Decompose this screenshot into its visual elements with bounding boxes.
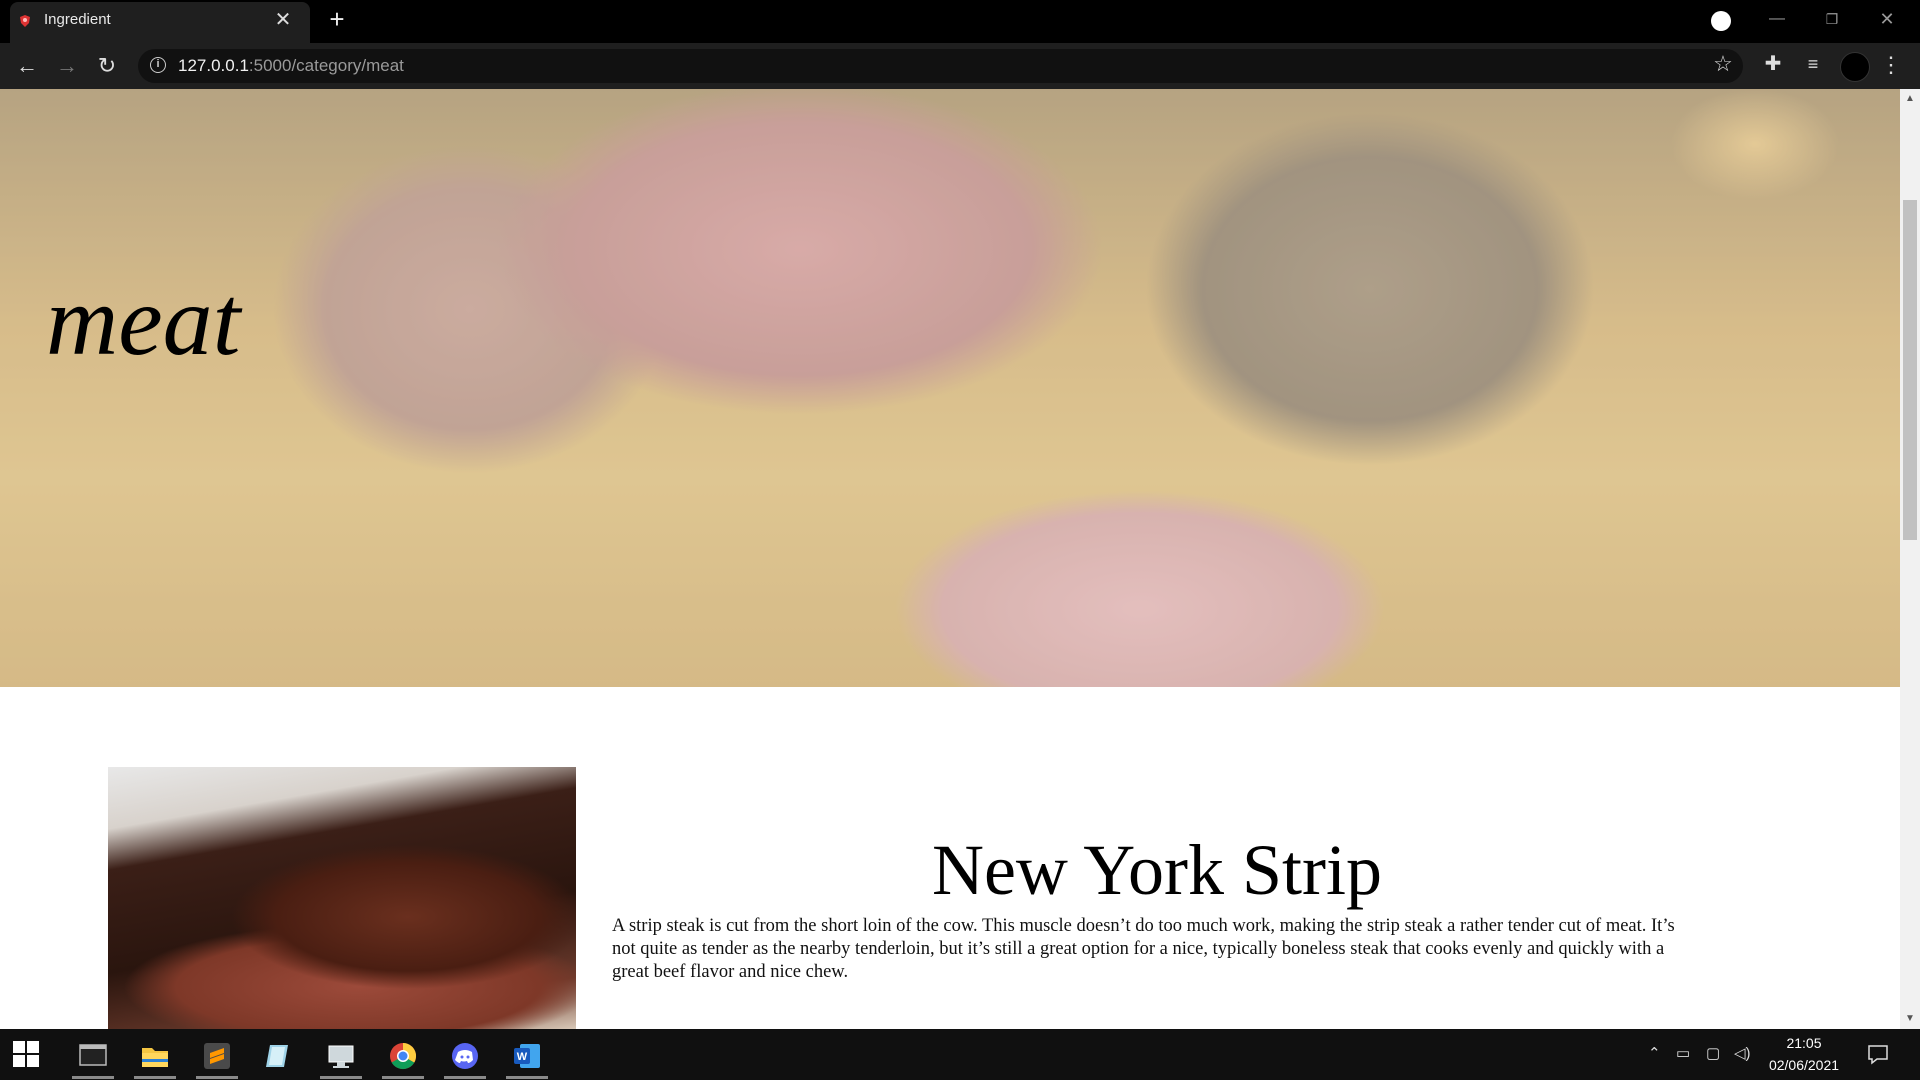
terminal-icon[interactable]: [70, 1033, 116, 1079]
window-close-button[interactable]: ✕: [1870, 6, 1904, 32]
windows-start-icon[interactable]: [12, 1040, 40, 1068]
battery-icon[interactable]: ▭: [1676, 1043, 1690, 1065]
pc-settings-icon[interactable]: [318, 1033, 364, 1079]
page-viewport: meat New York Strip A strip steak is cut…: [0, 89, 1900, 1029]
item-title: New York Strip: [931, 830, 1383, 910]
tab-favicon-icon: [20, 15, 30, 27]
forward-arrow-icon[interactable]: →: [52, 51, 82, 81]
discord-icon[interactable]: [442, 1033, 488, 1079]
url-path: :5000/category/meat: [248, 56, 404, 75]
browser-menu-icon[interactable]: ⋮: [1880, 51, 1902, 79]
url-text[interactable]: 127.0.0.1:5000/category/meat: [178, 54, 404, 78]
scroll-down-arrow-icon[interactable]: ▼: [1900, 1009, 1920, 1029]
scrollbar-thumb[interactable]: [1903, 200, 1917, 540]
extensions-puzzle-icon[interactable]: ✚: [1760, 51, 1786, 77]
media-control-icon[interactable]: ≡: [1800, 51, 1826, 77]
window-minimize-button[interactable]: —: [1760, 6, 1794, 32]
tab-close-icon[interactable]: ✕: [272, 9, 294, 31]
taskbar-clock-date[interactable]: 02/06/2021: [1766, 1055, 1842, 1075]
notes-icon[interactable]: [256, 1033, 302, 1079]
bookmark-star-icon[interactable]: ☆: [1710, 51, 1736, 77]
back-arrow-icon[interactable]: ←: [12, 51, 42, 81]
item-image: [108, 767, 576, 1029]
reload-icon[interactable]: ↻: [92, 51, 122, 81]
network-icon[interactable]: ▢: [1706, 1043, 1720, 1065]
file-explorer-icon[interactable]: [132, 1033, 178, 1079]
tab-search-icon[interactable]: [1711, 11, 1731, 31]
item-description: A strip steak is cut from the short loin…: [612, 916, 1675, 982]
show-hidden-icons-icon[interactable]: ⌃: [1648, 1043, 1661, 1065]
url-host: 127.0.0.1: [178, 56, 249, 75]
volume-icon[interactable]: ◁): [1734, 1043, 1751, 1065]
svg-text:W: W: [517, 1051, 528, 1063]
notification-center-icon[interactable]: [1866, 1042, 1890, 1066]
taskbar-clock-time[interactable]: 21:05: [1774, 1033, 1834, 1053]
chrome-icon[interactable]: [380, 1033, 426, 1079]
tab-title: Ingredient: [44, 11, 111, 28]
new-tab-button[interactable]: +: [325, 6, 349, 32]
category-title: meat: [46, 265, 241, 376]
word-icon[interactable]: W: [504, 1033, 550, 1079]
scroll-up-arrow-icon[interactable]: ▲: [1900, 89, 1920, 109]
site-info-icon[interactable]: i: [150, 57, 166, 73]
hero-overlay: [0, 89, 1900, 687]
sublime-text-icon[interactable]: [194, 1033, 240, 1079]
profile-avatar[interactable]: [1840, 52, 1870, 82]
window-restore-button[interactable]: ❐: [1815, 6, 1849, 32]
